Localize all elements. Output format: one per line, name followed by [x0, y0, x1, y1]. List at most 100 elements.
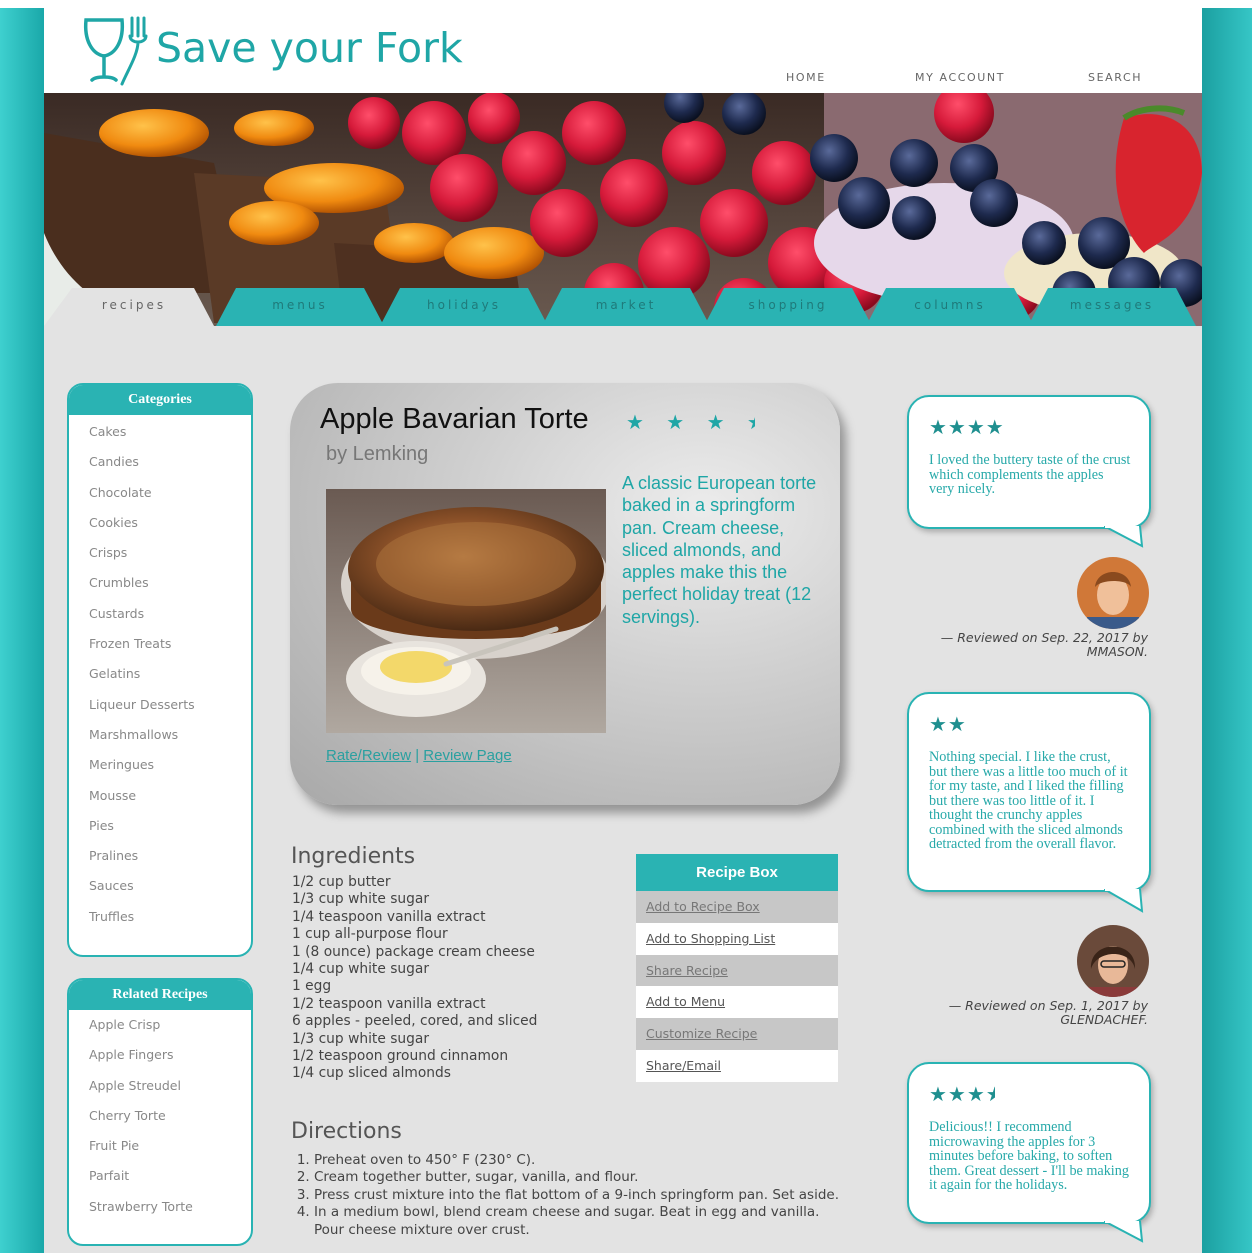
- category-item[interactable]: Gelatins: [89, 659, 251, 689]
- header: Save your Fork HOME MY ACCOUNT SEARCH: [44, 8, 1202, 93]
- rate-review-link[interactable]: Rate/Review: [326, 747, 411, 764]
- tab-market[interactable]: market: [564, 289, 688, 321]
- recipe-links: Rate/Review | Review Page: [326, 747, 512, 764]
- related-recipe-item[interactable]: Apple Fingers: [89, 1040, 251, 1070]
- review-stars: ★★: [929, 712, 967, 736]
- tab-columns[interactable]: columns: [888, 289, 1012, 321]
- hero-banner: recipes menus holidays market shopping c…: [44, 93, 1202, 326]
- direction-step: Preheat oven to 450° F (230° C).: [314, 1152, 852, 1169]
- review-text: Nothing special. I like the crust, but t…: [929, 749, 1128, 852]
- related-recipe-item[interactable]: Apple Crisp: [89, 1010, 251, 1040]
- category-item[interactable]: Pralines: [89, 841, 251, 871]
- ingredient-item: 1/4 teaspoon vanilla extract: [292, 908, 486, 925]
- category-item[interactable]: Truffles: [89, 902, 251, 932]
- ingredient-item: 1 egg: [292, 978, 332, 995]
- ingredient-item: 1/3 cup white sugar: [292, 1030, 430, 1047]
- directions-title: Directions: [291, 1119, 402, 1144]
- category-item[interactable]: Frozen Treats: [89, 629, 251, 659]
- link-separator: |: [411, 747, 424, 764]
- related-recipe-item[interactable]: Cherry Torte: [89, 1101, 251, 1131]
- review-meta: — Reviewed on Sep. 22, 2017 by MMASON.: [940, 630, 1148, 659]
- recipe-rating-stars: ★ ★ ★ ★: [626, 410, 755, 434]
- add-to-shopping-list-link[interactable]: Add to Shopping List: [636, 922, 838, 955]
- recipe-card: Apple Bavarian Torte ★ ★ ★ ★ by Lemking: [290, 383, 840, 805]
- ingredient-item: 1/2 teaspoon ground cinnamon: [292, 1048, 509, 1065]
- review-text: Delicious!! I recommend microwaving the …: [929, 1119, 1129, 1193]
- related-recipe-item[interactable]: Fruit Pie: [89, 1131, 251, 1161]
- recipe-description: A classic European torte baked in a spri…: [622, 473, 817, 627]
- category-item[interactable]: Candies: [89, 447, 251, 477]
- related-recipes-list: Apple Crisp Apple Fingers Apple Streudel…: [69, 1010, 251, 1222]
- category-item[interactable]: Liqueur Desserts: [89, 690, 251, 720]
- review-bubble: ★★★★ I loved the buttery taste of the cr…: [907, 395, 1151, 529]
- category-item[interactable]: Pies: [89, 811, 251, 841]
- category-item[interactable]: Sauces: [89, 871, 251, 901]
- review-meta: — Reviewed on Sep. 1, 2017 by GLENDACHEF…: [948, 998, 1148, 1027]
- category-item[interactable]: Crumbles: [89, 568, 251, 598]
- tab-shopping[interactable]: shopping: [726, 289, 850, 321]
- category-item[interactable]: Cakes: [89, 417, 251, 447]
- ingredient-item: 1 cup all-purpose flour: [292, 926, 448, 943]
- review-bubble: ★★ Nothing special. I like the crust, bu…: [907, 692, 1151, 892]
- ingredient-item: 1 (8 ounce) package cream cheese: [292, 943, 535, 960]
- ingredients-title: Ingredients: [291, 844, 416, 869]
- related-recipe-item[interactable]: Apple Streudel: [89, 1071, 251, 1101]
- recipe-title: Apple Bavarian Torte: [320, 403, 589, 435]
- bubble-tail: [1104, 526, 1144, 548]
- related-recipe-item[interactable]: Parfait: [89, 1161, 251, 1191]
- categories-title: Categories: [69, 385, 251, 415]
- tab-holidays[interactable]: holidays: [402, 289, 526, 321]
- ingredient-item: 1/4 cup white sugar: [292, 961, 430, 978]
- recipe-author: by Lemking: [326, 443, 429, 465]
- tab-menus[interactable]: menus: [238, 289, 362, 321]
- categories-box: Categories Cakes Candies Chocolate Cooki…: [67, 383, 253, 957]
- reviewer-photo: [1077, 925, 1149, 997]
- glass-fork-icon: [83, 16, 148, 86]
- torte-photo: [326, 489, 606, 733]
- customize-recipe-link[interactable]: Customize Recipe: [636, 1018, 838, 1050]
- logo[interactable]: [82, 14, 152, 90]
- review-star-icons: ★★★: [929, 1082, 986, 1106]
- ingredient-item: 6 apples - peeled, cored, and sliced: [292, 1013, 538, 1030]
- share-email-link[interactable]: Share/Email: [636, 1049, 838, 1082]
- nav-search[interactable]: SEARCH: [1088, 71, 1142, 84]
- reviewer-avatar[interactable]: [1077, 557, 1149, 629]
- ingredient-item: 1/2 teaspoon vanilla extract: [292, 995, 486, 1012]
- nav-my-account[interactable]: MY ACCOUNT: [915, 71, 1005, 84]
- direction-step: Press crust mixture into the flat bottom…: [314, 1187, 852, 1204]
- review-page-link[interactable]: Review Page: [423, 747, 511, 764]
- review-text: I loved the buttery taste of the crust w…: [929, 452, 1131, 497]
- add-to-menu-link[interactable]: Add to Menu: [636, 986, 838, 1019]
- share-recipe-link[interactable]: Share Recipe: [636, 954, 838, 987]
- category-item[interactable]: Mousse: [89, 781, 251, 811]
- reviewer-avatar[interactable]: [1077, 925, 1149, 997]
- ingredients-list: 1/2 cup butter 1/3 cup white sugar 1/4 t…: [292, 874, 537, 1083]
- add-to-recipe-box-link[interactable]: Add to Recipe Box: [636, 891, 838, 923]
- direction-step: In a medium bowl, blend cream cheese and…: [314, 1204, 852, 1239]
- category-item[interactable]: Meringues: [89, 750, 251, 780]
- ingredient-item: 1/2 cup butter: [292, 874, 391, 890]
- category-item[interactable]: Marshmallows: [89, 720, 251, 750]
- review-stars: ★★★★: [929, 1082, 995, 1106]
- directions-list: Preheat oven to 450° F (230° C). Cream t…: [292, 1152, 852, 1239]
- nav-home[interactable]: HOME: [786, 71, 826, 84]
- site-name[interactable]: Save your Fork: [156, 24, 463, 72]
- bubble-tail: [1104, 889, 1144, 913]
- category-item[interactable]: Custards: [89, 599, 251, 629]
- ingredient-item: 1/3 cup white sugar: [292, 891, 430, 908]
- related-recipes-title: Related Recipes: [69, 980, 251, 1010]
- tab-recipes[interactable]: recipes: [74, 289, 194, 321]
- reviewer-photo: [1077, 557, 1149, 629]
- recipe-star-icons: ★ ★ ★: [626, 410, 747, 434]
- review-stars: ★★★★: [929, 415, 1005, 439]
- torte-photo-image: [326, 489, 606, 733]
- tab-messages[interactable]: messages: [1050, 289, 1174, 321]
- category-item[interactable]: Crisps: [89, 538, 251, 568]
- recipe-box-title: Recipe Box: [636, 854, 838, 891]
- related-recipe-item[interactable]: Strawberry Torte: [89, 1192, 251, 1222]
- top-strip: [0, 0, 1252, 8]
- category-item[interactable]: Chocolate: [89, 478, 251, 508]
- category-item[interactable]: Cookies: [89, 508, 251, 538]
- right-border: [1200, 8, 1252, 1253]
- ingredient-item: 1/4 cup sliced almonds: [292, 1065, 451, 1082]
